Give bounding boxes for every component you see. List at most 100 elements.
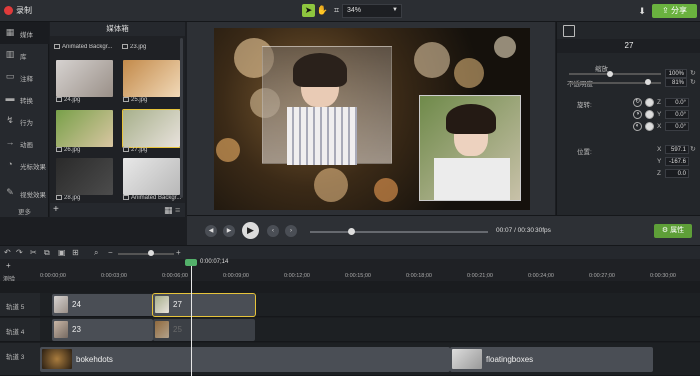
rotate-y-icon[interactable]: ◑ (633, 110, 642, 119)
transition-icon: ▬ (5, 93, 15, 103)
animation-icon: → (5, 137, 15, 147)
sidebar-item-behavior[interactable]: ↯ 行为 (0, 110, 49, 132)
pointer-icon[interactable]: ➤ (302, 4, 315, 17)
timeline-zoom-slider[interactable] (118, 253, 174, 255)
ruler-tick-label: 0:00:15;00 (345, 273, 371, 279)
rotation-z-value[interactable]: 0.0° (665, 98, 689, 107)
record-icon[interactable] (4, 6, 13, 15)
playhead-time: 0:00:07;14 (200, 259, 229, 265)
plus-icon[interactable]: + (53, 204, 59, 215)
next-icon[interactable]: › (285, 225, 297, 237)
reset-icon[interactable]: ↻ (690, 78, 696, 86)
bin-item-caption: 26.jpg (56, 147, 120, 153)
list-view-icon[interactable]: ≡ (175, 205, 180, 215)
split-icon[interactable]: ⊞ (72, 248, 79, 257)
timeline-clip[interactable]: bokehdots (40, 347, 450, 372)
gear-icon: ⚙ (661, 227, 669, 234)
properties-panel: 27 缩放 100% ↻ 不透明度 81% ↻ 旋转: ↻ Z 0.0° ◑ Y… (556, 22, 700, 215)
reset-icon[interactable]: ↻ (690, 145, 696, 153)
sidebar-item-cursor-effect[interactable]: ◔ 光标效果 (0, 154, 49, 176)
image-file-icon (56, 147, 62, 152)
track-label-3[interactable]: 轨道 3 (0, 343, 40, 376)
bin-thumb-animated-bg[interactable] (123, 158, 180, 195)
timeline-ruler[interactable]: + 测验 0:00:00;00 0:00:03;00 0:00:06;00 0:… (0, 259, 700, 283)
timeline-clip[interactable]: 24 (52, 294, 153, 316)
sidebar-item-annotation[interactable]: ▭ 注释 (0, 66, 49, 88)
playhead-line[interactable] (191, 261, 192, 376)
sidebar-item-media[interactable]: ▦ 媒体 (0, 22, 49, 44)
timeline-clip[interactable]: 25 (153, 319, 255, 341)
position-y-value[interactable]: -167.6 (665, 157, 689, 166)
sidebar-item-transition[interactable]: ▬ 转换 (0, 88, 49, 110)
track-label-5[interactable]: 轨道 5 (0, 293, 40, 317)
add-track-icon[interactable]: + (6, 261, 11, 270)
rotate-y-dial-icon[interactable] (645, 110, 654, 119)
redo-icon[interactable]: ↷ (16, 248, 23, 257)
record-label[interactable]: 录制 (16, 5, 32, 16)
scale-slider[interactable] (569, 73, 661, 75)
bin-thumb-27[interactable] (122, 109, 181, 148)
preview-canvas[interactable] (214, 28, 530, 210)
person-hair (293, 53, 347, 87)
clip-thumbnail (452, 349, 482, 369)
rotation-x-value[interactable]: 0.0° (665, 122, 689, 131)
timeline-zoom-knob[interactable] (148, 250, 154, 256)
photo-layer-23[interactable] (262, 46, 392, 165)
bin-thumb-26[interactable] (56, 110, 113, 147)
rotate-x-icon[interactable]: ◐ (633, 122, 642, 131)
opacity-value[interactable]: 81% (665, 78, 687, 87)
sidebar-item-library[interactable]: ▥ 库 (0, 44, 49, 66)
share-button[interactable]: ⇪ 分享 (652, 4, 697, 18)
track-row-3: bokehdots floatingboxes (40, 343, 700, 376)
playhead-handle[interactable] (185, 259, 197, 266)
timeline-clip[interactable]: floatingboxes (450, 347, 653, 372)
timeline-clip-selected[interactable]: 27 (152, 293, 256, 317)
paste-icon[interactable]: ▣ (58, 248, 66, 257)
zoom-icon[interactable]: ⌕ (94, 248, 98, 258)
download-icon[interactable]: ⬇ (636, 5, 648, 17)
sidebar-item-visual-effect[interactable]: ✎ 视觉效果 (0, 182, 49, 204)
rotation-y-value[interactable]: 0.0° (665, 110, 689, 119)
undo-icon[interactable]: ↶ (4, 248, 11, 257)
visual-properties-tab-icon[interactable] (563, 25, 575, 37)
cut-icon[interactable]: ✂ (30, 248, 37, 257)
timeline-clip[interactable]: 23 (52, 319, 153, 341)
bin-item-caption: 24.jpg (56, 97, 120, 103)
bin-thumb-28[interactable] (56, 158, 113, 195)
step-forward-icon[interactable]: ▶ (223, 225, 235, 237)
person-shirt (287, 107, 357, 165)
position-z-value[interactable]: 0.0 (665, 169, 689, 178)
bin-thumb-24[interactable] (56, 60, 113, 97)
copy-icon[interactable]: ⧉ (44, 248, 50, 258)
bin-scrollbar[interactable] (180, 38, 183, 198)
scale-value[interactable]: 100% (665, 69, 687, 78)
scrub-knob[interactable] (347, 228, 355, 235)
rotate-z-icon[interactable]: ↻ (633, 98, 642, 107)
play-button[interactable]: ▶ (242, 222, 259, 239)
zoom-select[interactable]: 34% ▼ (342, 4, 402, 18)
sidebar-item-animation[interactable]: → 动画 (0, 132, 49, 154)
annotation-icon: ▭ (5, 71, 15, 81)
scrub-bar[interactable] (310, 231, 488, 233)
rotate-x-dial-icon[interactable] (645, 122, 654, 131)
zoom-out-icon[interactable]: − (108, 248, 113, 257)
rotate-z-dial-icon[interactable] (645, 98, 654, 107)
step-back-icon[interactable]: ◀ (205, 225, 217, 237)
bin-item-caption: 28.jpg (56, 195, 120, 201)
opacity-slider-knob[interactable] (645, 79, 651, 85)
track-label-4[interactable]: 轨道 4 (0, 318, 40, 342)
more-button[interactable]: 更多 (0, 203, 49, 217)
hand-icon[interactable]: ✋ (316, 4, 329, 17)
properties-button[interactable]: ⚙ 属性 (654, 224, 692, 238)
bin-thumb-25[interactable] (123, 60, 180, 97)
bin-item-caption: Animated Backgr... (123, 195, 187, 201)
grid-view-icon[interactable]: ▦ (164, 205, 173, 216)
photo-layer-27-selected[interactable] (419, 95, 521, 201)
position-x-value[interactable]: 597.1 (665, 145, 689, 154)
clip-label: 24 (72, 300, 81, 309)
reset-icon[interactable]: ↻ (690, 69, 696, 77)
previous-icon[interactable]: ‹ (267, 225, 279, 237)
clip-thumbnail (155, 321, 169, 338)
scale-slider-knob[interactable] (607, 71, 613, 77)
zoom-in-icon[interactable]: + (176, 248, 181, 257)
